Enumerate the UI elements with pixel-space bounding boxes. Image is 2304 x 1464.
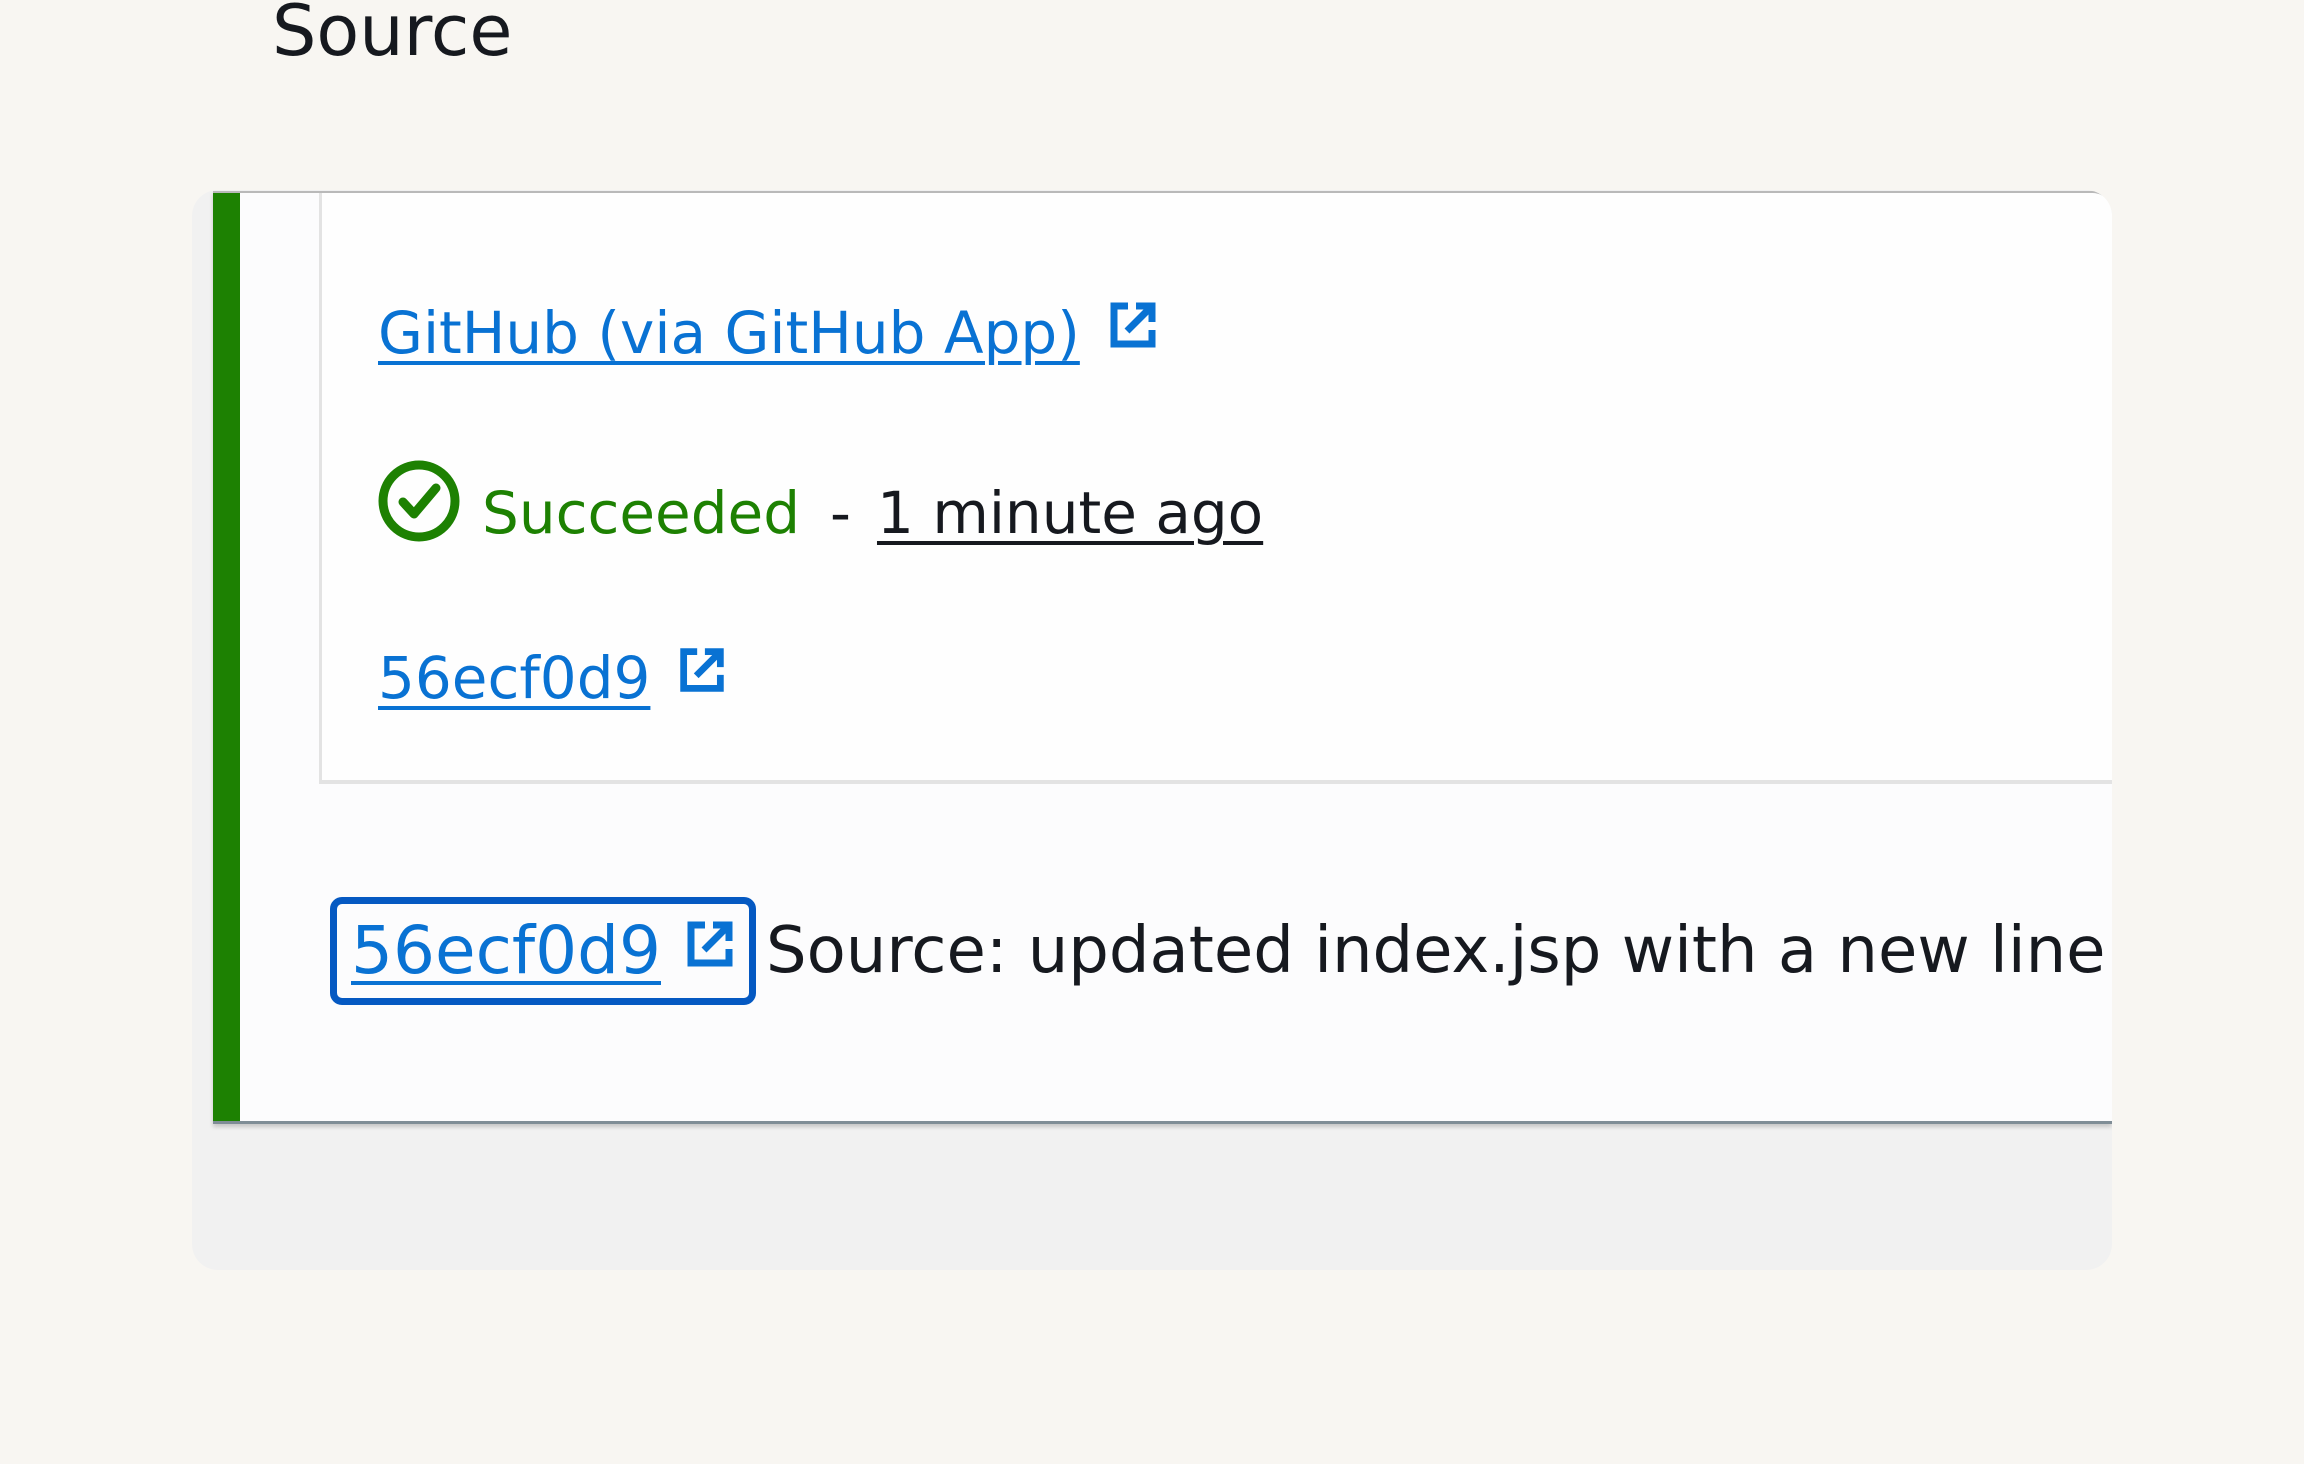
provider-row: GitHub (via GitHub App) xyxy=(378,296,1162,369)
external-link-icon[interactable] xyxy=(1104,296,1162,369)
status-text: Succeeded xyxy=(482,478,801,547)
external-link-icon[interactable] xyxy=(681,910,739,992)
source-card-title: Source xyxy=(272,0,513,72)
commit-id-link[interactable]: 56ecf0d9 xyxy=(378,640,650,716)
check-circle-icon xyxy=(376,458,462,567)
commit-link-text[interactable]: 56ecf0d9 xyxy=(351,910,661,992)
commit-row: 56ecf0d9 xyxy=(378,640,730,716)
stage-commit-row: 56ecf0d9 Source: updated index.jsp with … xyxy=(330,897,2106,1005)
execution-status-row: Succeeded - 1 minute ago xyxy=(376,458,1263,567)
stage-success-accent-bar xyxy=(213,193,240,1121)
timestamp-link[interactable]: 1 minute ago xyxy=(877,470,1263,556)
external-link-icon[interactable] xyxy=(674,640,730,716)
commit-message: Source: updated index.jsp with a new lin… xyxy=(766,914,2106,988)
status-separator: - xyxy=(830,478,851,547)
github-provider-link[interactable]: GitHub (via GitHub App) xyxy=(378,298,1080,368)
focused-commit-link[interactable]: 56ecf0d9 xyxy=(330,897,756,1005)
